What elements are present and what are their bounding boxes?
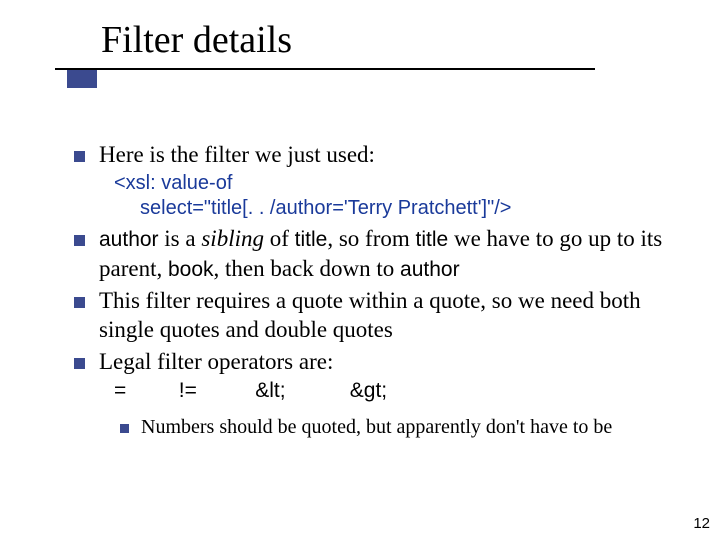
square-bullet-icon	[74, 151, 85, 162]
bullet-3-text: This filter requires a quote within a qu…	[99, 286, 674, 345]
square-bullet-icon	[74, 358, 85, 369]
bullet-1-text: Here is the filter we just used:	[99, 140, 674, 169]
op-neq: !=	[179, 379, 197, 402]
op-gt: &gt;	[350, 379, 387, 402]
bullet-4: Legal filter operators are:	[74, 347, 674, 376]
operators-row: = != &lt; &gt;	[114, 378, 674, 405]
title-block: Filter details	[55, 18, 595, 70]
page-number: 12	[693, 515, 710, 532]
code-block: <xsl: value-of select="title[. . /author…	[114, 171, 674, 220]
square-bullet-icon	[74, 297, 85, 308]
bullet-4-text: Legal filter operators are:	[99, 347, 674, 376]
bullet-2-text: author is a sibling of title, so from ti…	[99, 224, 674, 284]
bullet-2: author is a sibling of title, so from ti…	[74, 224, 674, 284]
sub-bullet-1: Numbers should be quoted, but apparently…	[120, 415, 674, 441]
op-lt: &lt;	[255, 379, 285, 402]
kw-author: author	[99, 228, 159, 251]
title-underline	[55, 68, 595, 70]
op-eq: =	[114, 379, 126, 402]
kw-author-2: author	[400, 258, 460, 281]
title-accent	[67, 70, 97, 88]
content-area: Here is the filter we just used: <xsl: v…	[74, 140, 674, 441]
square-bullet-icon	[74, 235, 85, 246]
code-line-1: <xsl: value-of	[114, 172, 232, 194]
code-line-2: select="title[. . /author='Terry Pratche…	[114, 196, 674, 220]
kw-title-2: title	[416, 228, 449, 251]
bullet-3: This filter requires a quote within a qu…	[74, 286, 674, 345]
kw-book: book	[168, 258, 214, 281]
kw-title-1: title	[295, 228, 328, 251]
bullet-1: Here is the filter we just used:	[74, 140, 674, 169]
square-bullet-icon	[120, 424, 129, 433]
sub-bullet-text: Numbers should be quoted, but apparently…	[141, 415, 612, 441]
slide-title: Filter details	[55, 18, 595, 68]
em-sibling: sibling	[201, 226, 264, 251]
